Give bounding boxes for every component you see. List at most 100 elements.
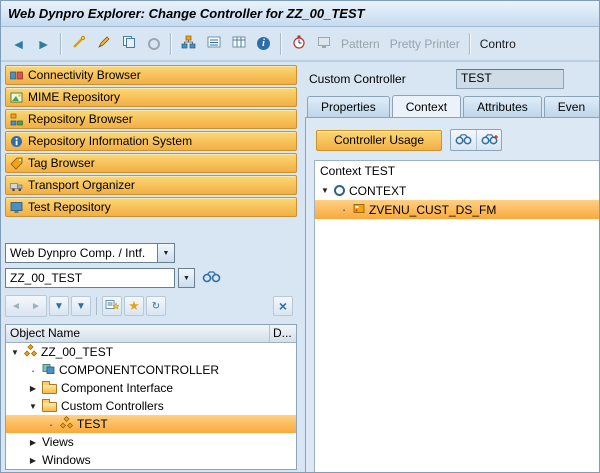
tree-row-label[interactable]: Views xyxy=(42,435,74,449)
refresh-icon: ↻ xyxy=(152,301,160,312)
filter-down-button[interactable]: ▼ xyxy=(71,296,91,316)
sort-down-button[interactable]: ▼ xyxy=(49,296,69,316)
controller-icon xyxy=(42,363,55,378)
sidebar-item-mime-repository[interactable]: MIME Repository xyxy=(5,87,297,107)
back-button[interactable]: ◄ xyxy=(7,32,30,56)
hierarchy-icon xyxy=(181,35,196,52)
find-next-icon xyxy=(481,133,498,148)
refresh-button[interactable]: ↻ xyxy=(146,296,166,316)
pretty-printer-button[interactable]: Pretty Printer xyxy=(385,37,465,51)
controller-button[interactable]: Contro xyxy=(475,37,521,51)
worklist-button[interactable] xyxy=(102,296,122,316)
tree-row[interactable]: ▶ Windows xyxy=(6,451,296,469)
sidebar-item-repository-information-system[interactable]: Repository Information System xyxy=(5,131,297,151)
sort-down-icon: ▼ xyxy=(54,301,64,312)
leaf-bullet-icon: · xyxy=(339,202,349,217)
tree-row-selected[interactable]: · TEST xyxy=(6,415,296,433)
expander-open-icon[interactable]: ▼ xyxy=(28,402,38,411)
expander-closed-icon[interactable]: ▶ xyxy=(28,456,38,465)
favorites-button[interactable]: ★ xyxy=(124,296,144,316)
tree-toolbar: ◄ ► ▼ ▼ ★ ↻ × xyxy=(5,295,297,317)
sidebar-item-test-repository[interactable]: Test Repository xyxy=(5,197,297,217)
context-row-label[interactable]: ZVENU_CUST_DS_FM xyxy=(369,203,496,217)
test-repository-icon xyxy=(10,201,23,214)
glasses-icon xyxy=(202,270,221,286)
create-button[interactable] xyxy=(67,32,90,56)
expander-closed-icon[interactable]: ▶ xyxy=(28,438,38,447)
tree-row-label[interactable]: ZZ_00_TEST xyxy=(41,345,113,359)
tree-row-label[interactable]: TEST xyxy=(77,417,108,431)
tree-row[interactable]: ▼ ZZ_00_TEST xyxy=(6,343,296,361)
context-row-label[interactable]: CONTEXT xyxy=(349,184,406,198)
tab-attributes[interactable]: Attributes xyxy=(463,96,542,117)
tree-row-label[interactable]: Windows xyxy=(42,453,91,467)
info-button[interactable]: i xyxy=(252,32,275,56)
tree-row-label[interactable]: Component Interface xyxy=(61,381,173,395)
tag-icon xyxy=(10,157,23,170)
find-button[interactable] xyxy=(451,130,476,150)
monitor-button[interactable] xyxy=(312,32,335,56)
chevron-down-icon[interactable]: ▼ xyxy=(157,244,174,262)
display-object-button[interactable] xyxy=(198,268,224,288)
sidebar-item-label: MIME Repository xyxy=(28,90,120,104)
table-button[interactable] xyxy=(227,32,250,56)
pattern-button[interactable]: Pattern xyxy=(336,37,385,51)
column-header-d[interactable]: D... xyxy=(270,325,296,342)
sidebar-item-tag-browser[interactable]: Tag Browser xyxy=(5,153,297,173)
object-type-select[interactable]: Web Dynpro Comp. / Intf. ▼ xyxy=(5,243,175,263)
tree-forward-button[interactable]: ► xyxy=(26,296,46,316)
column-header-object-name[interactable]: Object Name xyxy=(6,325,270,342)
tree-row-label[interactable]: Custom Controllers xyxy=(61,399,164,413)
repository-info-icon xyxy=(10,135,23,148)
tree-row[interactable]: ▼ Custom Controllers xyxy=(6,397,296,415)
magic-wand-icon xyxy=(71,35,86,53)
copy-button[interactable] xyxy=(117,32,140,56)
list-button[interactable] xyxy=(202,32,225,56)
hierarchy-button[interactable] xyxy=(177,32,200,56)
tree-row[interactable]: ▶ Component Interface xyxy=(6,379,296,397)
context-tree: Context TEST ▼ CONTEXT · ZVENU_CUST_DS_F… xyxy=(314,160,600,472)
transport-truck-icon xyxy=(10,179,23,192)
find-icon xyxy=(455,133,472,148)
expander-closed-icon[interactable]: ▶ xyxy=(28,384,38,393)
tree-row[interactable]: · COMPONENTCONTROLLER xyxy=(6,361,296,379)
object-name-row: ▼ xyxy=(5,268,297,288)
ring-button[interactable] xyxy=(142,32,165,56)
controller-usage-button[interactable]: Controller Usage xyxy=(316,130,442,151)
sidebar-item-transport-organizer[interactable]: Transport Organizer xyxy=(5,175,297,195)
ring-icon xyxy=(148,38,160,50)
sidebar-item-connectivity-browser[interactable]: Connectivity Browser xyxy=(5,65,297,85)
context-row[interactable]: ▼ CONTEXT xyxy=(315,181,600,200)
close-browser-button[interactable]: × xyxy=(273,296,293,316)
find-group xyxy=(450,129,502,151)
sidebar-item-repository-browser[interactable]: Repository Browser xyxy=(5,109,297,129)
usage-row: Controller Usage xyxy=(316,128,600,152)
controller-name-field[interactable]: TEST xyxy=(456,69,564,89)
tree-header: Object Name D... xyxy=(6,325,296,343)
sidebar-item-label: Repository Information System xyxy=(28,134,192,148)
tree-row[interactable]: ▶ Views xyxy=(6,433,296,451)
object-name-input[interactable] xyxy=(5,268,175,288)
worklist-icon xyxy=(105,298,119,314)
find-next-button[interactable] xyxy=(476,130,501,150)
list-icon xyxy=(207,36,221,51)
title-bar: Web Dynpro Explorer: Change Controller f… xyxy=(1,1,599,27)
expander-open-icon[interactable]: ▼ xyxy=(320,186,330,195)
history-dropdown-button[interactable]: ▼ xyxy=(178,268,195,288)
folder-open-icon xyxy=(42,402,57,412)
main-toolbar: ◄ ► i Pattern Pretty Printer Contro xyxy=(1,27,599,62)
table-icon xyxy=(232,36,246,51)
expander-open-icon[interactable]: ▼ xyxy=(10,348,20,357)
runtime-analysis-button[interactable] xyxy=(287,32,310,56)
tree-row-label[interactable]: COMPONENTCONTROLLER xyxy=(59,363,219,377)
tree-back-button[interactable]: ◄ xyxy=(6,296,26,316)
folder-icon xyxy=(42,384,57,394)
forward-button[interactable]: ► xyxy=(32,32,55,56)
display-change-button[interactable] xyxy=(92,32,115,56)
tab-events[interactable]: Even xyxy=(544,96,600,117)
nav-back-icon: ◄ xyxy=(11,301,21,312)
context-row-selected[interactable]: · ZVENU_CUST_DS_FM xyxy=(315,200,600,219)
tab-properties[interactable]: Properties xyxy=(307,96,390,117)
leaf-bullet-icon: · xyxy=(28,363,38,378)
tab-context[interactable]: Context xyxy=(392,95,461,117)
